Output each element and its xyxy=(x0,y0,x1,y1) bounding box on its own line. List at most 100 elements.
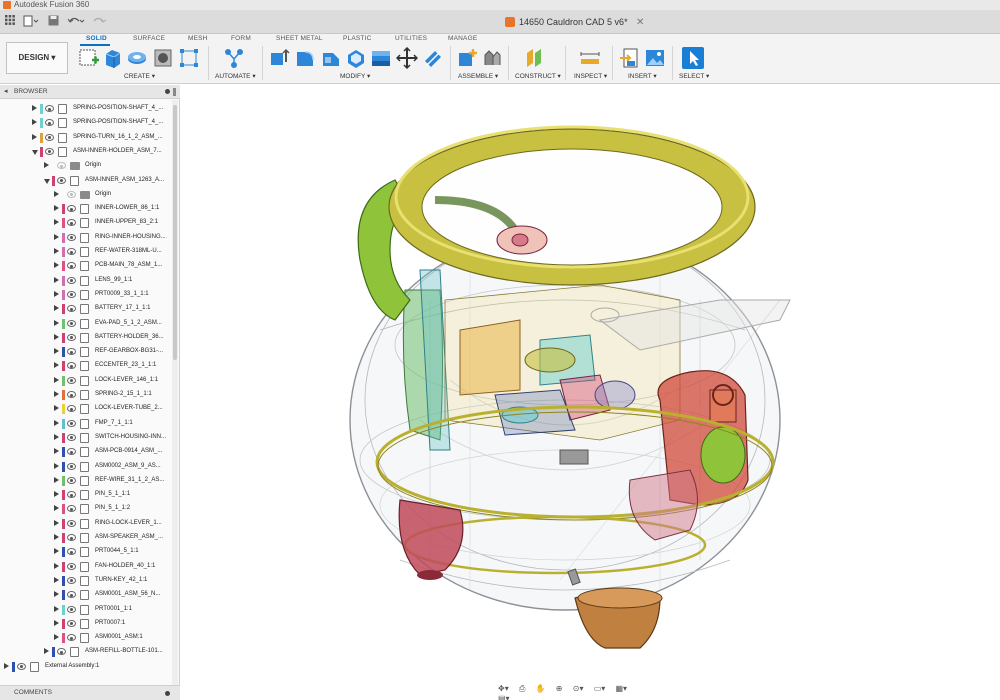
browser-tree-item[interactable]: REF-WATER-318ML-U... xyxy=(0,245,178,259)
modify-menu[interactable]: MODIFY ▾ xyxy=(340,72,370,80)
document-tab[interactable]: 14650 Cauldron CAD 5 v6* xyxy=(505,12,628,32)
visibility-eye-icon[interactable] xyxy=(67,333,76,341)
visibility-eye-icon[interactable] xyxy=(67,419,76,427)
visibility-eye-icon[interactable] xyxy=(67,362,76,370)
browser-tree-item[interactable]: PIN_5_1_1:2 xyxy=(0,502,178,516)
expand-arrow-icon[interactable] xyxy=(54,405,59,412)
browser-header[interactable]: ◂ BROWSER xyxy=(0,85,180,99)
tab-sheet-metal[interactable]: SHEET METAL xyxy=(276,35,323,42)
select-menu[interactable]: SELECT ▾ xyxy=(679,72,709,80)
expanded-arrow-icon[interactable] xyxy=(44,178,50,184)
visibility-eye-icon[interactable] xyxy=(67,233,76,241)
inspect-menu[interactable]: INSPECT ▾ xyxy=(574,72,607,80)
browser-tree-item[interactable]: ASM-REFILL-BOTTLE-101... xyxy=(0,645,178,659)
expand-arrow-icon[interactable] xyxy=(44,162,49,169)
viewports-icon[interactable]: ▤▾ xyxy=(498,694,510,700)
browser-tree-item[interactable]: ASM-INNER_ASM_1263_A... xyxy=(0,174,178,188)
expand-arrow-icon[interactable] xyxy=(54,562,59,569)
workspace-switcher[interactable]: DESIGN ▾ xyxy=(6,42,68,74)
comments-panel[interactable]: COMMENTS xyxy=(0,685,180,700)
browser-scrollbar[interactable] xyxy=(172,100,178,685)
browser-tree-item[interactable]: SPRING-TURN_16_1_2_ASM_... xyxy=(0,131,178,145)
visibility-eye-icon[interactable] xyxy=(45,147,54,155)
visibility-eye-icon[interactable] xyxy=(45,133,54,141)
pattern-icon[interactable] xyxy=(178,47,200,69)
browser-tree-item[interactable]: ASM0002_ASM_9_AS... xyxy=(0,460,178,474)
assemble-menu[interactable]: ASSEMBLE ▾ xyxy=(458,72,498,80)
visibility-eye-icon[interactable] xyxy=(67,190,76,198)
insert-image-icon[interactable] xyxy=(644,47,666,69)
browser-tree-item[interactable]: ASM0001_ASM_56_N... xyxy=(0,588,178,602)
visibility-eye-icon[interactable] xyxy=(67,262,76,270)
expand-arrow-icon[interactable] xyxy=(54,548,59,555)
visibility-eye-icon[interactable] xyxy=(67,290,76,298)
expand-arrow-icon[interactable] xyxy=(32,133,37,140)
visibility-eye-icon[interactable] xyxy=(67,391,76,398)
automate-icon[interactable] xyxy=(223,47,245,69)
canvas-viewport[interactable] xyxy=(181,85,1000,700)
visibility-eye-icon[interactable] xyxy=(67,619,76,627)
browser-tree-item[interactable]: REF-WIRE_31_1_2_AS... xyxy=(0,474,178,488)
visibility-eye-icon[interactable] xyxy=(67,591,76,599)
joint-icon[interactable] xyxy=(481,47,503,69)
browser-tree-item[interactable]: PIN_5_1_1:1 xyxy=(0,488,178,502)
data-panel-grid-icon[interactable] xyxy=(4,15,16,29)
pan-icon[interactable]: ✋ xyxy=(536,684,546,693)
visibility-eye-icon[interactable] xyxy=(45,105,54,112)
expand-arrow-icon[interactable] xyxy=(32,119,37,126)
visibility-eye-icon[interactable] xyxy=(67,576,76,584)
tab-plastic[interactable]: PLASTIC xyxy=(343,35,372,42)
expand-arrow-icon[interactable] xyxy=(54,519,59,526)
chamfer-icon[interactable] xyxy=(320,47,342,69)
expand-arrow-icon[interactable] xyxy=(54,305,59,312)
visibility-eye-icon[interactable] xyxy=(67,476,76,484)
browser-tree-item[interactable]: RING-LOCK-LEVER_1... xyxy=(0,517,178,531)
browser-tree-item[interactable]: PRT0001_1:1 xyxy=(0,603,178,617)
visibility-eye-icon[interactable] xyxy=(67,448,76,456)
extrude-icon[interactable] xyxy=(102,47,124,69)
visibility-eye-icon[interactable] xyxy=(67,534,76,541)
grid-settings-icon[interactable]: ▦▾ xyxy=(616,684,628,693)
select-icon[interactable] xyxy=(682,47,704,69)
browser-tree-item[interactable]: SPRING-POSITION-SHAFT_4_... xyxy=(0,116,178,130)
visibility-eye-icon[interactable] xyxy=(67,548,76,556)
visibility-eye-icon[interactable] xyxy=(67,634,76,642)
expand-arrow-icon[interactable] xyxy=(54,333,59,340)
expand-arrow-icon[interactable] xyxy=(54,290,59,297)
visibility-eye-icon[interactable] xyxy=(67,348,76,356)
expand-arrow-icon[interactable] xyxy=(44,648,49,655)
split-body-icon[interactable] xyxy=(422,47,444,69)
expand-arrow-icon[interactable] xyxy=(54,248,59,254)
tab-utilities[interactable]: UTILITIES xyxy=(395,35,427,42)
expanded-arrow-icon[interactable] xyxy=(32,149,38,155)
browser-tree-item[interactable]: ASM0001_ASM:1 xyxy=(0,631,178,645)
redo-icon[interactable] xyxy=(90,15,110,29)
expand-arrow-icon[interactable] xyxy=(54,219,59,226)
offset-plane-icon[interactable] xyxy=(524,47,546,69)
tab-surface[interactable]: SURFACE xyxy=(133,35,165,42)
browser-tree-item[interactable]: BATTERY_17_1_1:1 xyxy=(0,302,178,316)
expand-arrow-icon[interactable] xyxy=(54,634,59,641)
browser-tree-item[interactable]: Origin xyxy=(0,188,178,202)
visibility-eye-icon[interactable] xyxy=(67,519,76,527)
expand-arrow-icon[interactable] xyxy=(54,362,59,369)
panel-handle-icon[interactable] xyxy=(173,88,176,96)
fit-icon[interactable]: ⊙▾ xyxy=(573,684,584,693)
visibility-eye-icon[interactable] xyxy=(67,405,76,413)
visibility-eye-icon[interactable] xyxy=(67,562,76,570)
visibility-eye-icon[interactable] xyxy=(67,248,76,255)
expand-arrow-icon[interactable] xyxy=(54,376,59,383)
expand-arrow-icon[interactable] xyxy=(54,619,59,626)
visibility-eye-icon[interactable] xyxy=(57,162,66,170)
scrollbar-thumb[interactable] xyxy=(173,105,177,360)
browser-tree-item[interactable]: TURN-KEY_42_1:1 xyxy=(0,574,178,588)
pin-icon[interactable] xyxy=(165,89,170,94)
zoom-icon[interactable]: ⊕ xyxy=(556,684,563,693)
construct-menu[interactable]: CONSTRUCT ▾ xyxy=(515,72,561,80)
browser-tree-item[interactable]: SWITCH-HOUSING-INN... xyxy=(0,431,178,445)
expand-arrow-icon[interactable] xyxy=(54,491,59,498)
shell-icon[interactable] xyxy=(345,47,367,69)
browser-tree-item[interactable]: ASM-SPEAKER_ASM_... xyxy=(0,531,178,545)
browser-tree-item[interactable]: RING-INNER-HOUSING... xyxy=(0,231,178,245)
browser-tree-item[interactable]: REF-GEARBOX-BG31-... xyxy=(0,345,178,359)
